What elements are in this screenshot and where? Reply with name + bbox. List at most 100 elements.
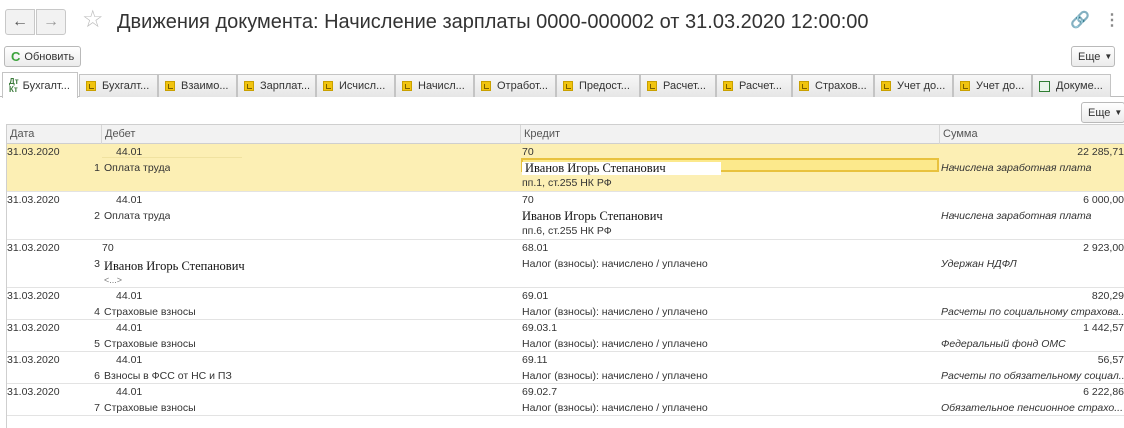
credit-subconto: Налог (взносы): начислено / уплачено <box>522 338 708 350</box>
tab-settlements-2[interactable]: Расчет... <box>716 74 792 97</box>
table-row[interactable]: 31.03.2020 44.01 2 Оплата труда 70 Ивано… <box>7 192 1124 240</box>
tab-worked-time[interactable]: Отработ... <box>474 74 556 97</box>
credit-account: 69.01 <box>522 290 549 302</box>
row-comment: Начислена заработная плата <box>941 210 1092 222</box>
accounting-register-icon: Дт Кт <box>9 76 19 94</box>
credit-account: 69.02.7 <box>522 386 558 398</box>
debit-account: 44.01 <box>116 290 143 302</box>
column-header-credit[interactable]: Кредит <box>521 125 940 144</box>
row-amount: 56,57 <box>1097 354 1124 366</box>
credit-subconto: Налог (взносы): начислено / уплачено <box>522 258 708 270</box>
entries-table[interactable]: Дата Дебет Кредит Сумма 31.03.2020 44.01… <box>6 124 1124 428</box>
refresh-icon: C <box>11 49 21 64</box>
vertical-dots-icon[interactable]: ⋮ <box>1104 12 1120 30</box>
register-icon <box>960 81 970 91</box>
credit-subconto: пп.6, ст.255 НК РФ <box>522 225 612 237</box>
table-row[interactable]: 31.03.2020 44.01 7 Страховые взносы 69.0… <box>7 384 1124 416</box>
row-number: 5 <box>94 338 100 350</box>
debit-subconto: Страховые взносы <box>104 338 196 350</box>
credit-subconto: Налог (взносы): начислено / уплачено <box>522 370 708 382</box>
tab-insurance[interactable]: Страхов... <box>792 74 874 97</box>
register-icon <box>244 81 254 91</box>
command-bar: C Обновить Еще ▼ <box>0 44 1124 70</box>
row-date: 31.03.2020 <box>7 146 60 158</box>
table-row[interactable]: 31.03.2020 44.01 5 Страховые взносы 69.0… <box>7 320 1124 352</box>
refresh-button[interactable]: C Обновить <box>4 46 81 67</box>
row-date: 31.03.2020 <box>7 290 60 302</box>
tab-label: Предост... <box>579 80 630 92</box>
star-icon[interactable]: ☆ <box>82 6 104 34</box>
row-number: 6 <box>94 370 100 382</box>
column-header-amount[interactable]: Сумма <box>940 125 1124 144</box>
row-date: 31.03.2020 <box>7 194 60 206</box>
tab-label: Взаимо... <box>181 80 229 92</box>
back-button[interactable]: ← <box>5 9 35 35</box>
tab-label: Расчет... <box>739 80 782 92</box>
column-header-debit[interactable]: Дебет <box>102 125 521 144</box>
register-icon <box>481 81 491 91</box>
tab-income-accounting-1[interactable]: Учет до... <box>874 74 953 97</box>
row-comment: Федеральный фонд ОМС <box>941 338 1066 350</box>
more-label: Еще <box>1088 106 1111 119</box>
table-row[interactable]: 31.03.2020 44.01 1 Оплата труда 70 Ивано… <box>7 144 1124 192</box>
register-icon <box>881 81 891 91</box>
tab-label: Начисл... <box>418 80 465 92</box>
row-comment: Обязательное пенсионное страхо... <box>941 402 1123 414</box>
credit-account: 70 <box>522 194 534 206</box>
row-date: 31.03.2020 <box>7 386 60 398</box>
row-number: 2 <box>94 210 100 222</box>
tab-label: Бухгалт... <box>22 79 70 92</box>
row-amount: 22 285,71 <box>1077 146 1124 158</box>
more-button[interactable]: Еще ▼ <box>1071 46 1115 67</box>
debit-subconto: Страховые взносы <box>104 306 196 318</box>
debit-subconto: Оплата труда <box>104 210 171 222</box>
more-label: Еще <box>1078 50 1101 63</box>
register-icon <box>563 81 573 91</box>
row-number: 7 <box>94 402 100 414</box>
document-icon <box>1039 80 1050 92</box>
tab-salary[interactable]: Зарплат... <box>237 74 316 97</box>
window-title: Движения документа: Начисление зарплаты … <box>117 11 869 33</box>
register-icon <box>799 81 809 91</box>
table-header: Дата Дебет Кредит Сумма <box>7 125 1124 144</box>
tab-income-accounting-2[interactable]: Учет до... <box>953 74 1032 97</box>
table-row[interactable]: 31.03.2020 44.01 4 Страховые взносы 69.0… <box>7 288 1124 320</box>
tab-settlements[interactable]: Взаимо... <box>158 74 237 97</box>
row-comment: Удержан НДФЛ <box>941 258 1017 270</box>
credit-subconto: Налог (взносы): начислено / уплачено <box>522 402 708 414</box>
tab-calculation[interactable]: Исчисл... <box>316 74 395 97</box>
debit-employee-name: Иванов Игорь Степанович <box>104 259 245 273</box>
row-amount: 1 442,57 <box>1083 322 1124 334</box>
register-icon <box>86 81 96 91</box>
link-icon[interactable]: 🔗 <box>1070 12 1090 30</box>
tab-accruals[interactable]: Начисл... <box>395 74 474 97</box>
debit-account: 44.01 <box>116 146 143 158</box>
row-date: 31.03.2020 <box>7 354 60 366</box>
tab-provided[interactable]: Предост... <box>556 74 640 97</box>
register-icon <box>647 81 657 91</box>
credit-account: 68.01 <box>522 242 549 254</box>
title-bar: ← → ☆ Движения документа: Начисление зар… <box>0 0 1124 44</box>
tab-label: Зарплат... <box>260 80 311 92</box>
tab-settlements-1[interactable]: Расчет... <box>640 74 716 97</box>
register-icon <box>323 81 333 91</box>
tab-label: Исчисл... <box>339 80 386 92</box>
register-icon <box>402 81 412 91</box>
tab-accounting-1[interactable]: Дт Кт Бухгалт... <box>2 72 78 98</box>
tab-documents[interactable]: Докуме... <box>1032 74 1111 97</box>
register-icon <box>723 81 733 91</box>
table-row[interactable]: 31.03.2020 70 3 Иванов Игорь Степанович … <box>7 240 1124 288</box>
chevron-down-icon: ▼ <box>1114 108 1123 117</box>
tab-label: Учет до... <box>976 80 1025 92</box>
table-more-button[interactable]: Еще ▼ <box>1081 102 1124 123</box>
tab-accounting-2[interactable]: Бухгалт... <box>79 74 158 97</box>
credit-employee-name: Иванов Игорь Степанович <box>525 161 666 175</box>
credit-subconto: пп.1, ст.255 НК РФ <box>522 177 612 189</box>
forward-button[interactable]: → <box>36 9 66 35</box>
row-amount: 6 000,00 <box>1083 194 1124 206</box>
arrow-left-icon: ← <box>12 13 28 30</box>
debit-account: 44.01 <box>116 354 143 366</box>
table-row[interactable]: 31.03.2020 44.01 6 Взносы в ФСС от НС и … <box>7 352 1124 384</box>
debit-subconto: Страховые взносы <box>104 402 196 414</box>
column-header-date[interactable]: Дата <box>7 125 102 144</box>
